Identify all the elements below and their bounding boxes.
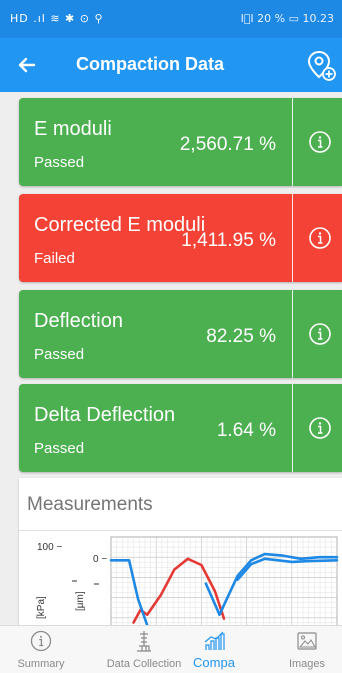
back-button[interactable] <box>12 50 42 80</box>
info-button[interactable] <box>308 416 332 440</box>
nav-summary[interactable]: Summary <box>0 626 82 673</box>
y-axis-label-left: [kPa] <box>36 596 47 619</box>
info-icon <box>309 417 331 439</box>
info-icon <box>309 323 331 345</box>
status-bar: HD .ıl ≋ ✱ ⊙ ⚲ I⃞I 20 % ▭ 10.23 <box>0 0 342 38</box>
measurements-panel: Measurements 100 − 0 − [kPa] [µm] <box>19 478 342 625</box>
corrected-e-moduli-card: Corrected E moduli Failed 1,411.95 % <box>19 194 342 282</box>
info-button[interactable] <box>308 130 332 154</box>
card-title: Corrected E moduli <box>34 214 206 236</box>
status-icons-right: I⃞I 20 % ▭ 10.23 <box>240 12 334 25</box>
nav-compaction[interactable]: Compa <box>182 626 246 673</box>
card-divider <box>292 194 293 282</box>
add-location-button[interactable] <box>304 48 338 82</box>
measurements-chart[interactable]: 100 − 0 − [kPa] [µm] <box>19 531 342 625</box>
nav-label: Compa <box>193 655 235 670</box>
drill-rig-icon <box>137 631 151 652</box>
compaction-content[interactable]: E moduli Passed 2,560.71 % Corrected E m… <box>0 92 342 625</box>
nav-label: Summary <box>17 658 65 670</box>
deflection-card: Deflection Passed 82.25 % <box>19 290 342 378</box>
delta-deflection-card: Delta Deflection Passed 1.64 % <box>19 384 342 472</box>
bar-chart-icon <box>204 631 225 650</box>
card-value: 82.25 % <box>206 326 276 347</box>
info-button[interactable] <box>308 322 332 346</box>
e-moduli-card: E moduli Passed 2,560.71 % <box>19 98 342 186</box>
nav-label: Data Collection <box>106 658 182 670</box>
y-tick-left: 100 − <box>37 542 62 553</box>
status-text: Passed <box>34 346 85 363</box>
page-title: Compaction Data <box>76 54 225 74</box>
info-circle-icon <box>30 630 52 652</box>
image-icon <box>297 632 317 650</box>
card-value: 2,560.71 % <box>179 134 276 155</box>
arrow-left-icon <box>18 57 36 73</box>
nav-images[interactable]: Images <box>272 626 342 673</box>
bottom-navigation: Summary Data Collection Compa Images <box>0 625 342 673</box>
card-title: E moduli <box>34 118 112 140</box>
card-value: 1.64 % <box>216 420 276 441</box>
card-divider <box>292 98 293 186</box>
nav-data-collection[interactable]: Data Collection <box>96 626 192 673</box>
info-icon <box>309 131 331 153</box>
card-value: 1,411.95 % <box>181 230 276 251</box>
status-icons-left: HD .ıl ≋ ✱ ⊙ ⚲ <box>10 12 104 25</box>
card-divider <box>292 290 293 378</box>
status-text: Failed <box>34 250 75 267</box>
info-button[interactable] <box>308 226 332 250</box>
status-text: Passed <box>34 154 85 171</box>
card-title: Delta Deflection <box>34 404 176 426</box>
nav-label: Images <box>288 658 326 670</box>
y-axis-label-right: [µm] <box>75 591 86 611</box>
y-tick-right: 0 − <box>93 554 107 565</box>
location-pin-add-icon <box>307 50 336 81</box>
app-bar: Compaction Data <box>0 38 342 92</box>
status-text: Passed <box>34 440 85 457</box>
info-icon <box>309 227 331 249</box>
card-divider <box>292 384 293 472</box>
card-title: Deflection <box>34 310 123 332</box>
measurements-title: Measurements <box>27 494 153 515</box>
